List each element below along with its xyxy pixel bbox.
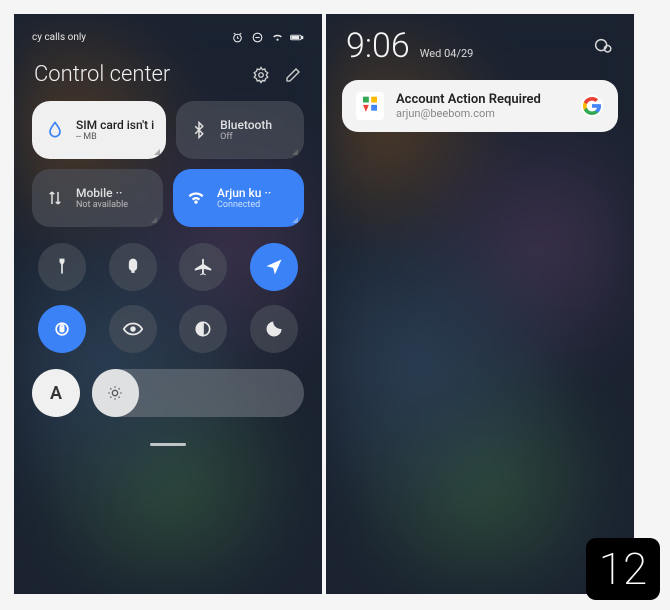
expand-corner-icon	[292, 217, 298, 223]
google-icon	[580, 94, 604, 118]
play-store-icon	[356, 92, 384, 120]
data-drop-icon	[44, 119, 66, 141]
toggle-visibility[interactable]	[109, 305, 157, 353]
status-icons	[230, 30, 304, 44]
brightness-slider[interactable]	[92, 369, 304, 417]
settings-icon[interactable]	[252, 66, 270, 84]
tile-sim-sub: -- MB	[76, 132, 154, 142]
brightness-fill	[92, 369, 139, 417]
tile-sim-label: SIM card isn't i	[76, 118, 154, 132]
control-center-title: Control center	[34, 62, 170, 87]
tile-wifi-sub: Connected	[217, 200, 271, 210]
mobile-data-icon	[44, 187, 66, 209]
tile-bt-sub: Off	[220, 132, 272, 142]
tile-mobile-sub: Not available	[76, 200, 128, 210]
notification-title: Account Action Required	[396, 92, 568, 107]
notification-bubble-icon[interactable]	[592, 35, 614, 57]
phone-left: cy calls only Control center	[14, 14, 322, 594]
wifi-icon	[185, 187, 207, 209]
battery-icon	[290, 30, 304, 44]
tile-bluetooth[interactable]: Bluetooth Off	[176, 101, 304, 159]
expand-corner-icon	[292, 149, 298, 155]
control-center-header: Control center	[14, 52, 322, 101]
toggle-dnd[interactable]	[250, 305, 298, 353]
clock-date: Wed 04/29	[420, 47, 474, 60]
wifi-icon	[270, 30, 284, 44]
toggle-sound[interactable]	[109, 243, 157, 291]
lockscreen-header: 9:06 Wed 04/29	[326, 14, 634, 70]
status-carrier: cy calls only	[32, 32, 86, 43]
tile-sim-data[interactable]: SIM card isn't i -- MB	[32, 101, 166, 159]
toggle-rotation-lock[interactable]	[38, 305, 86, 353]
expand-corner-icon	[154, 149, 160, 155]
phone-right: 9:06 Wed 04/29 Account Action Required a…	[326, 14, 634, 594]
tile-mobile-data[interactable]: Mobile ·· Not available	[32, 169, 163, 227]
status-bar: cy calls only	[14, 14, 322, 52]
toggle-auto-brightness[interactable]: A	[32, 369, 80, 417]
tile-wifi[interactable]: Arjun ku ·· Connected	[173, 169, 304, 227]
toggle-location[interactable]	[250, 243, 298, 291]
drag-handle[interactable]	[150, 443, 186, 446]
brightness-icon	[107, 385, 123, 401]
toggle-flashlight[interactable]	[38, 243, 86, 291]
toggle-dark-mode[interactable]	[179, 305, 227, 353]
expand-corner-icon	[151, 217, 157, 223]
edit-icon[interactable]	[284, 66, 302, 84]
tile-bt-label: Bluetooth	[220, 118, 272, 132]
tile-wifi-label: Arjun ku ··	[217, 186, 271, 200]
notification-subtitle: arjun@beebom.com	[396, 107, 568, 120]
bluetooth-icon	[188, 119, 210, 141]
tile-mobile-label: Mobile ··	[76, 186, 128, 200]
sync-icon	[250, 30, 264, 44]
alarm-icon	[230, 30, 244, 44]
toggle-airplane[interactable]	[179, 243, 227, 291]
notification-card[interactable]: Account Action Required arjun@beebom.com	[342, 80, 618, 132]
clock-time: 9:06	[346, 26, 410, 66]
